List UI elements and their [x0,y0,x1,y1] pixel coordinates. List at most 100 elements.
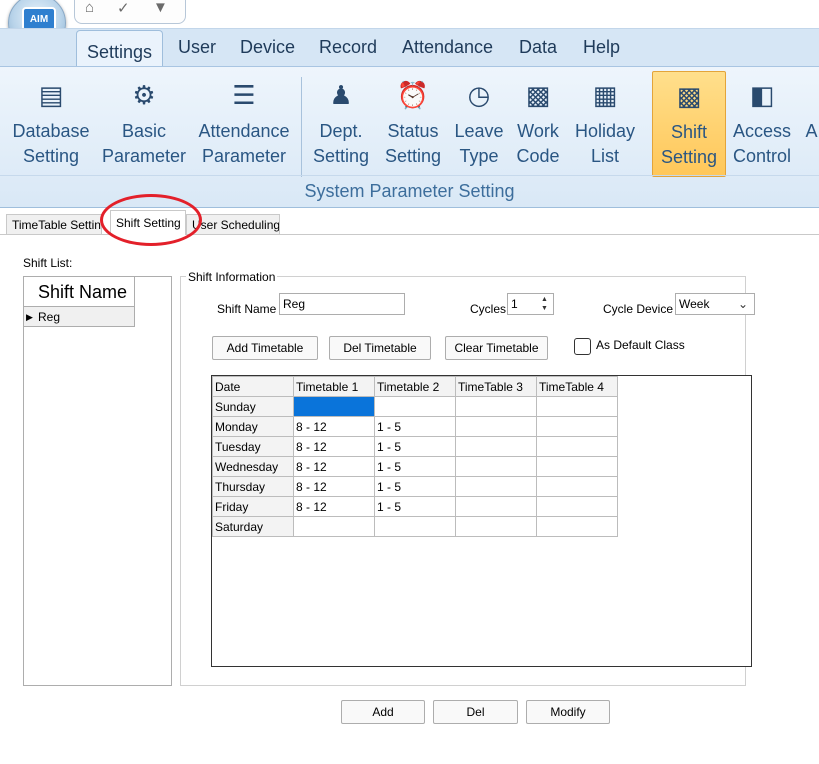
column-header-timetable-3[interactable]: TimeTable 3 [455,376,537,397]
shift-information-legend: Shift Information [186,270,278,284]
shift-list-label: Shift List: [23,256,73,270]
timetable-grid[interactable]: Date Timetable 1 Timetable 2 TimeTable 3… [211,375,752,667]
list-item[interactable]: ▶ Reg [24,307,135,327]
home-icon[interactable]: ⌂ [85,0,94,16]
grid-cell[interactable] [536,396,618,417]
grid-cell[interactable] [536,456,618,477]
table-row: Sunday [212,396,618,417]
check-icon[interactable]: ✓ [117,0,130,17]
ribbon-leave-type[interactable]: ◷ Leave Type [452,77,506,177]
grid-cell[interactable] [536,496,618,517]
clock-person-icon: ◷ [467,80,491,110]
grid-day-cell: Sunday [212,396,294,417]
grid-cell[interactable] [455,416,537,437]
column-header-timetable-1[interactable]: Timetable 1 [293,376,375,397]
menu-tab-user[interactable]: User [178,37,216,58]
column-header-timetable-2[interactable]: Timetable 2 [374,376,456,397]
grid-cell[interactable] [455,436,537,457]
ribbon-attendance-parameter[interactable]: ☰ Attendance Parameter [196,77,292,177]
grid-cell[interactable] [536,416,618,437]
grid-cell[interactable] [455,396,537,417]
cycles-stepper[interactable]: 1 ▲ ▼ [507,293,554,315]
alarm-clock-icon: ⏰ [396,80,430,110]
ribbon-basic-parameter[interactable]: ⚙ Basic Parameter [102,77,186,177]
column-header-date[interactable]: Date [212,376,294,397]
grid-day-cell: Thursday [212,476,294,497]
grid-cell[interactable]: 1 - 5 [374,456,456,477]
database-icon: ▤ [38,80,64,110]
column-header-timetable-4[interactable]: TimeTable 4 [536,376,618,397]
grid-cell[interactable] [455,456,537,477]
grid-cell[interactable] [374,396,456,417]
more-icon [804,77,819,113]
add-button[interactable]: Add [341,700,425,724]
tab-timetable-setting[interactable]: TimeTable Setting [6,214,102,234]
table-row: Thursday 8 - 12 1 - 5 [212,476,618,497]
grid-cell[interactable] [536,436,618,457]
grid-day-cell: Tuesday [212,436,294,457]
dropdown-icon[interactable]: ▼ [153,0,168,16]
grid-day-cell: Monday [212,416,294,437]
ribbon-dept-setting[interactable]: ♟ Dept. Setting [310,77,372,177]
grid-cell[interactable]: 8 - 12 [293,436,375,457]
grid-cell[interactable] [455,476,537,497]
grid-cell[interactable]: 1 - 5 [374,496,456,517]
grid-cell[interactable]: 8 - 12 [293,456,375,477]
tab-shift-setting[interactable]: Shift Setting [110,210,186,235]
door-icon: ◧ [749,80,775,110]
menu-tab-device[interactable]: Device [240,37,295,58]
grid-cell[interactable]: 1 - 5 [374,436,456,457]
grid-cell[interactable]: 8 - 12 [293,496,375,517]
ribbon-separator [301,77,302,177]
grid-cell[interactable]: 1 - 5 [374,416,456,437]
grid-cell[interactable] [536,476,618,497]
table-row: Saturday [212,516,618,537]
shift-name-input[interactable]: Reg [279,293,405,315]
ribbon-status-setting[interactable]: ⏰ Status Setting [382,77,444,177]
grid-day-cell: Friday [212,496,294,517]
menu-tab-help[interactable]: Help [583,37,620,58]
table-row: Friday 8 - 12 1 - 5 [212,496,618,517]
menu-bar: Settings User Device Record Attendance D… [0,28,819,67]
del-timetable-button[interactable]: Del Timetable [329,336,431,360]
menu-tab-record[interactable]: Record [319,37,377,58]
gears-icon: ⚙ [132,80,156,110]
quick-access-toolbar: ⌂ ✓ ▼ [74,0,186,24]
menu-tab-attendance[interactable]: Attendance [402,37,493,58]
shift-name-label: Shift Name [217,302,277,316]
ribbon-work-code[interactable]: ▩ Work Code [512,77,564,177]
grid-cell[interactable]: 1 - 5 [374,476,456,497]
spin-arrows-icon[interactable]: ▲ ▼ [541,295,551,313]
ribbon-group-title: System Parameter Setting [0,175,819,206]
timetable-table: Date Timetable 1 Timetable 2 TimeTable 3… [212,376,618,537]
ribbon-database-setting[interactable]: ▤ Database Setting [10,77,92,177]
menu-tab-settings[interactable]: Settings [76,30,164,66]
modify-button[interactable]: Modify [526,700,610,724]
ribbon-shift-setting[interactable]: ▩ Shift Setting [652,71,726,177]
grid-cell[interactable] [455,496,537,517]
calendar-icon: ▦ [592,80,618,110]
add-timetable-button[interactable]: Add Timetable [212,336,318,360]
ribbon-holiday-list[interactable]: ▦ Holiday List [572,77,638,177]
cycle-device-select[interactable]: Week ⌄ [675,293,755,315]
menu-tab-data[interactable]: Data [519,37,557,58]
default-class-checkbox[interactable] [574,338,591,355]
grid-cell[interactable] [293,516,375,537]
grid-cell[interactable] [455,516,537,537]
shift-list-header[interactable]: Shift Name [24,277,135,307]
default-class-label: As Default Class [596,338,685,352]
grid-day-cell: Saturday [212,516,294,537]
grid-cell-selected[interactable] [293,396,375,417]
ribbon-access-control[interactable]: ◧ Access Control [730,77,794,177]
shift-list[interactable]: Shift Name ▶ Reg [23,276,172,686]
tab-user-scheduling[interactable]: User Scheduling [186,214,280,234]
grid-cell[interactable] [374,516,456,537]
ribbon-more-button[interactable]: A [804,77,819,177]
grid-cell[interactable] [536,516,618,537]
clear-timetable-button[interactable]: Clear Timetable [445,336,548,360]
grid-header-row: Date Timetable 1 Timetable 2 TimeTable 3… [212,376,618,397]
grid-cell[interactable]: 8 - 12 [293,476,375,497]
del-button[interactable]: Del [433,700,518,724]
row-pointer-icon: ▶ [26,312,33,322]
grid-cell[interactable]: 8 - 12 [293,416,375,437]
